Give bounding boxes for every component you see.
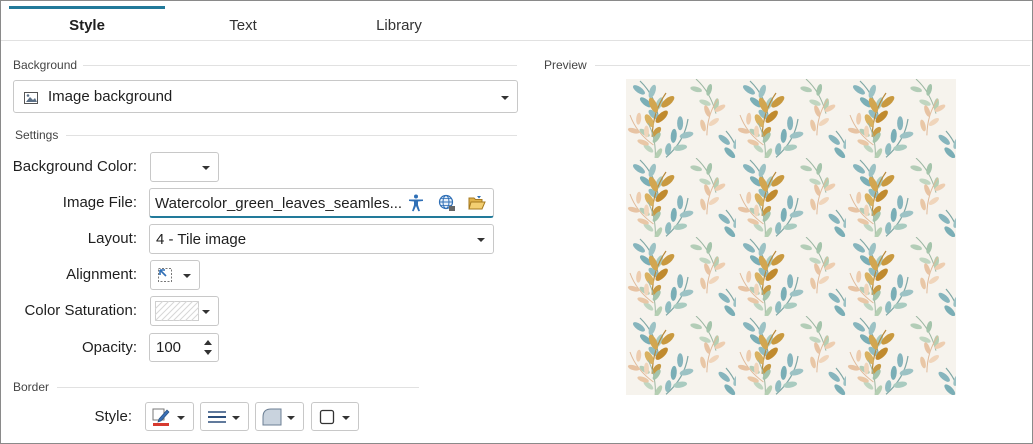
opacity-value: 100 <box>156 339 182 356</box>
preview-section-divider <box>595 65 1030 66</box>
image-file-label: Image File: <box>62 194 137 211</box>
background-type-value: Image background <box>48 88 173 105</box>
chevron-down-icon <box>177 415 185 420</box>
image-icon <box>24 91 38 104</box>
settings-section-label: Settings <box>15 128 59 142</box>
align-top-left-icon <box>157 267 173 283</box>
settings-section-divider <box>66 135 517 136</box>
image-file-value: Watercolor_green_leaves_seamles... <box>155 195 403 212</box>
border-box-button[interactable] <box>311 402 359 431</box>
chevron-down-icon <box>287 415 295 420</box>
border-box-icon <box>319 409 335 425</box>
tab-text[interactable]: Text <box>165 1 321 41</box>
alignment-dropdown[interactable] <box>150 260 200 290</box>
stepper-down-icon[interactable] <box>204 350 212 355</box>
style-panel: Style Text Library Background Image back… <box>0 0 1033 444</box>
color-swatch <box>155 157 199 177</box>
border-color-button[interactable] <box>145 402 194 431</box>
accessibility-icon[interactable] <box>408 194 424 212</box>
border-style-label: Style: <box>94 408 132 425</box>
background-type-dropdown[interactable]: Image background <box>13 80 518 113</box>
open-folder-icon[interactable] <box>468 195 486 211</box>
pen-color-icon <box>152 408 170 426</box>
stepper-up-icon[interactable] <box>204 340 212 345</box>
corner-shape-icon <box>262 408 282 426</box>
saturation-pattern-icon <box>154 300 200 322</box>
border-section-divider <box>57 387 419 388</box>
leaf-pattern-image <box>626 79 956 395</box>
alignment-label: Alignment: <box>66 266 137 283</box>
color-saturation-dropdown[interactable] <box>150 296 219 326</box>
preview-section-label: Preview <box>544 58 587 72</box>
border-section-label: Border <box>13 380 50 394</box>
web-globe-icon[interactable] <box>438 194 456 212</box>
chevron-down-icon <box>232 415 240 420</box>
layout-dropdown[interactable]: 4 - Tile image <box>149 224 494 254</box>
background-section-label: Background <box>13 58 78 72</box>
chevron-down-icon <box>501 95 509 100</box>
chevron-down-icon <box>202 310 210 314</box>
chevron-down-icon <box>477 238 485 242</box>
background-color-label: Background Color: <box>12 158 137 175</box>
opacity-label: Opacity: <box>81 339 137 356</box>
background-color-picker[interactable] <box>150 152 219 182</box>
layout-value: 4 - Tile image <box>156 231 247 248</box>
color-saturation-label: Color Saturation: <box>24 302 137 319</box>
layout-label: Layout: <box>87 230 137 247</box>
preview-image <box>626 79 956 395</box>
tab-bar: Style Text Library <box>1 1 1032 41</box>
chevron-down-icon <box>342 415 350 420</box>
image-file-field[interactable]: Watercolor_green_leaves_seamles... <box>149 188 494 218</box>
tab-style[interactable]: Style <box>9 1 165 41</box>
chevron-down-icon <box>202 166 210 170</box>
background-section-divider <box>83 65 517 66</box>
line-weight-icon <box>207 410 227 424</box>
corner-shape-button[interactable] <box>255 402 304 431</box>
opacity-stepper[interactable]: 100 <box>149 333 219 362</box>
chevron-down-icon <box>183 274 191 278</box>
line-weight-button[interactable] <box>200 402 249 431</box>
tab-library[interactable]: Library <box>321 1 477 41</box>
